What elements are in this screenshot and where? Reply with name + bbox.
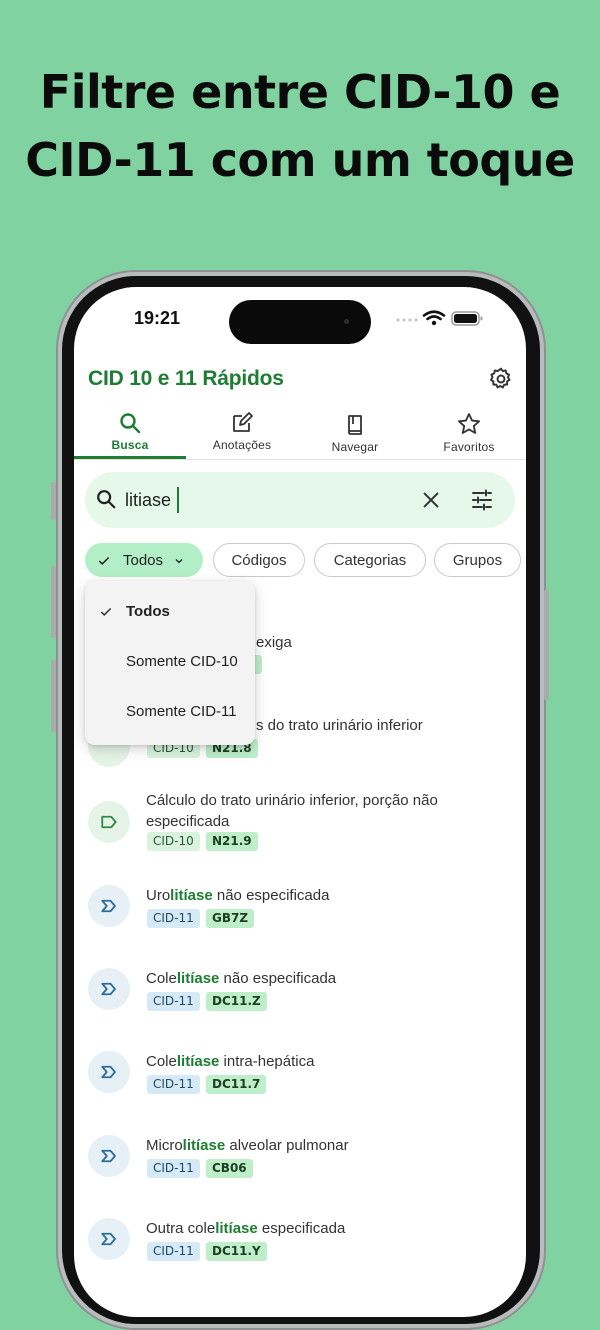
result-title: exiga: [256, 634, 292, 651]
result-title: Colelitíase não especificada: [146, 970, 337, 987]
menu-item-label: Somente CID-11: [126, 703, 237, 720]
tab-navegar[interactable]: Navegar: [298, 407, 412, 459]
edit-icon: [233, 412, 253, 432]
arrow-tag-icon: [101, 899, 116, 913]
list-item[interactable]: Colelitíase intra-hepática CID-11 DC11.7: [74, 1051, 526, 1115]
menu-item-somente-cid11[interactable]: Somente CID-11: [85, 687, 255, 737]
arrow-tag-icon: [101, 1149, 116, 1163]
chip-label: Categorias: [333, 552, 407, 569]
chip-label: Grupos: [452, 552, 503, 569]
headline-line-1: Filtre entre CID-10 e: [39, 65, 561, 119]
tab-label: Navegar: [331, 440, 379, 454]
list-item[interactable]: Microlitíase alveolar pulmonar CID-11 CB…: [74, 1135, 526, 1199]
clear-icon[interactable]: [420, 489, 442, 511]
result-title: s do trato urinário inferior: [256, 717, 423, 734]
promo-headline: Filtre entre CID-10 e CID-11 com um toqu…: [0, 58, 600, 194]
battery-icon: [451, 311, 483, 326]
version-badge: CID-10: [147, 832, 200, 851]
menu-item-label: Todos: [126, 603, 170, 620]
list-item[interactable]: Urolitíase não especificada CID-11 GB7Z: [74, 885, 526, 949]
code-badge: N21.9: [206, 832, 258, 851]
chevron-down-icon: [175, 559, 183, 564]
app-title: CID 10 e 11 Rápidos: [88, 367, 284, 390]
version-badge: CID-11: [147, 1159, 200, 1178]
category-avatar: [88, 968, 130, 1010]
cellular-signal-icon: [396, 318, 418, 322]
arrow-tag-icon: [101, 982, 116, 996]
phone-screen: 19:21 CID 10 e 11 Rápidos Busca Anotaçõe…: [74, 287, 526, 1317]
settings-gear-icon[interactable]: [488, 366, 514, 392]
label-tag-icon: [101, 815, 117, 829]
filter-tune-icon[interactable]: [470, 488, 494, 512]
dynamic-island: [229, 300, 371, 344]
list-item[interactable]: Outra colelitíase especificada CID-11 DC…: [74, 1218, 526, 1282]
check-icon: [100, 607, 112, 616]
search-icon: [97, 490, 116, 509]
tab-favoritos[interactable]: Favoritos: [412, 407, 526, 459]
tab-label: Busca: [111, 438, 149, 452]
code-badge: CB06: [206, 1159, 253, 1178]
phone-volume-down-button: [51, 660, 56, 732]
menu-item-todos[interactable]: Todos: [85, 587, 255, 637]
chip-label: Códigos: [231, 552, 287, 569]
book-icon: [348, 415, 362, 435]
category-avatar: [88, 801, 130, 843]
result-title: Outra colelitíase especificada: [146, 1220, 346, 1237]
version-badge: CID-11: [147, 1075, 200, 1094]
headline-line-2: CID-11 com um toque: [25, 133, 575, 187]
star-icon: [458, 413, 480, 434]
chip-todos[interactable]: Todos: [85, 543, 203, 577]
filter-chips: Todos Códigos Categorias Grupos: [85, 543, 526, 579]
phone-power-button: [544, 590, 549, 700]
category-avatar: [88, 1135, 130, 1177]
text-caret: [177, 487, 179, 513]
code-badge: DC11.7: [206, 1075, 267, 1094]
code-badge: GB7Z: [206, 909, 255, 928]
category-avatar: [88, 1218, 130, 1260]
arrow-tag-icon: [101, 1232, 116, 1246]
version-filter-menu: Todos Somente CID-10 Somente CID-11: [85, 581, 255, 745]
tab-busca[interactable]: Busca: [74, 407, 186, 459]
version-badge: CID-11: [147, 992, 200, 1011]
tab-label: Favoritos: [443, 440, 495, 454]
search-icon: [120, 413, 141, 434]
search-input[interactable]: [125, 486, 405, 514]
code-badge: DC11.Y: [206, 1242, 267, 1261]
main-tabs: Busca Anotações Navegar Favoritos: [74, 407, 526, 460]
status-time: 19:21: [134, 308, 181, 328]
category-avatar: [88, 1051, 130, 1093]
wifi-icon: [422, 310, 446, 321]
status-icons: [396, 310, 483, 326]
check-icon: [98, 556, 110, 565]
wifi-dot: [431, 320, 437, 326]
chip-label: Todos: [123, 552, 164, 569]
version-badge: CID-11: [147, 1242, 200, 1261]
code-badge: DC11.Z: [206, 992, 267, 1011]
version-badge: CID-11: [147, 909, 200, 928]
chip-categorias[interactable]: Categorias: [314, 543, 426, 577]
arrow-tag-icon: [101, 1065, 116, 1079]
menu-item-somente-cid10[interactable]: Somente CID-10: [85, 637, 255, 687]
search-bar[interactable]: [85, 472, 515, 528]
chip-codigos[interactable]: Códigos: [213, 543, 305, 577]
result-title: Microlitíase alveolar pulmonar: [146, 1137, 349, 1154]
list-item[interactable]: Cálculo do trato urinário inferior, porç…: [74, 787, 526, 867]
phone-action-button: [51, 482, 56, 520]
tab-anotacoes[interactable]: Anotações: [186, 407, 298, 459]
menu-item-label: Somente CID-10: [126, 653, 238, 670]
result-title: Colelitíase intra-hepática: [146, 1053, 315, 1070]
active-tab-indicator: [74, 456, 186, 459]
list-item[interactable]: Colelitíase não especificada CID-11 DC11…: [74, 968, 526, 1032]
result-title: Cálculo do trato urinário inferior, porç…: [146, 792, 438, 830]
phone-volume-up-button: [51, 566, 56, 638]
chip-grupos[interactable]: Grupos: [434, 543, 521, 577]
result-title: Urolitíase não especificada: [146, 887, 330, 904]
category-avatar: [88, 885, 130, 927]
tab-label: Anotações: [212, 438, 272, 452]
